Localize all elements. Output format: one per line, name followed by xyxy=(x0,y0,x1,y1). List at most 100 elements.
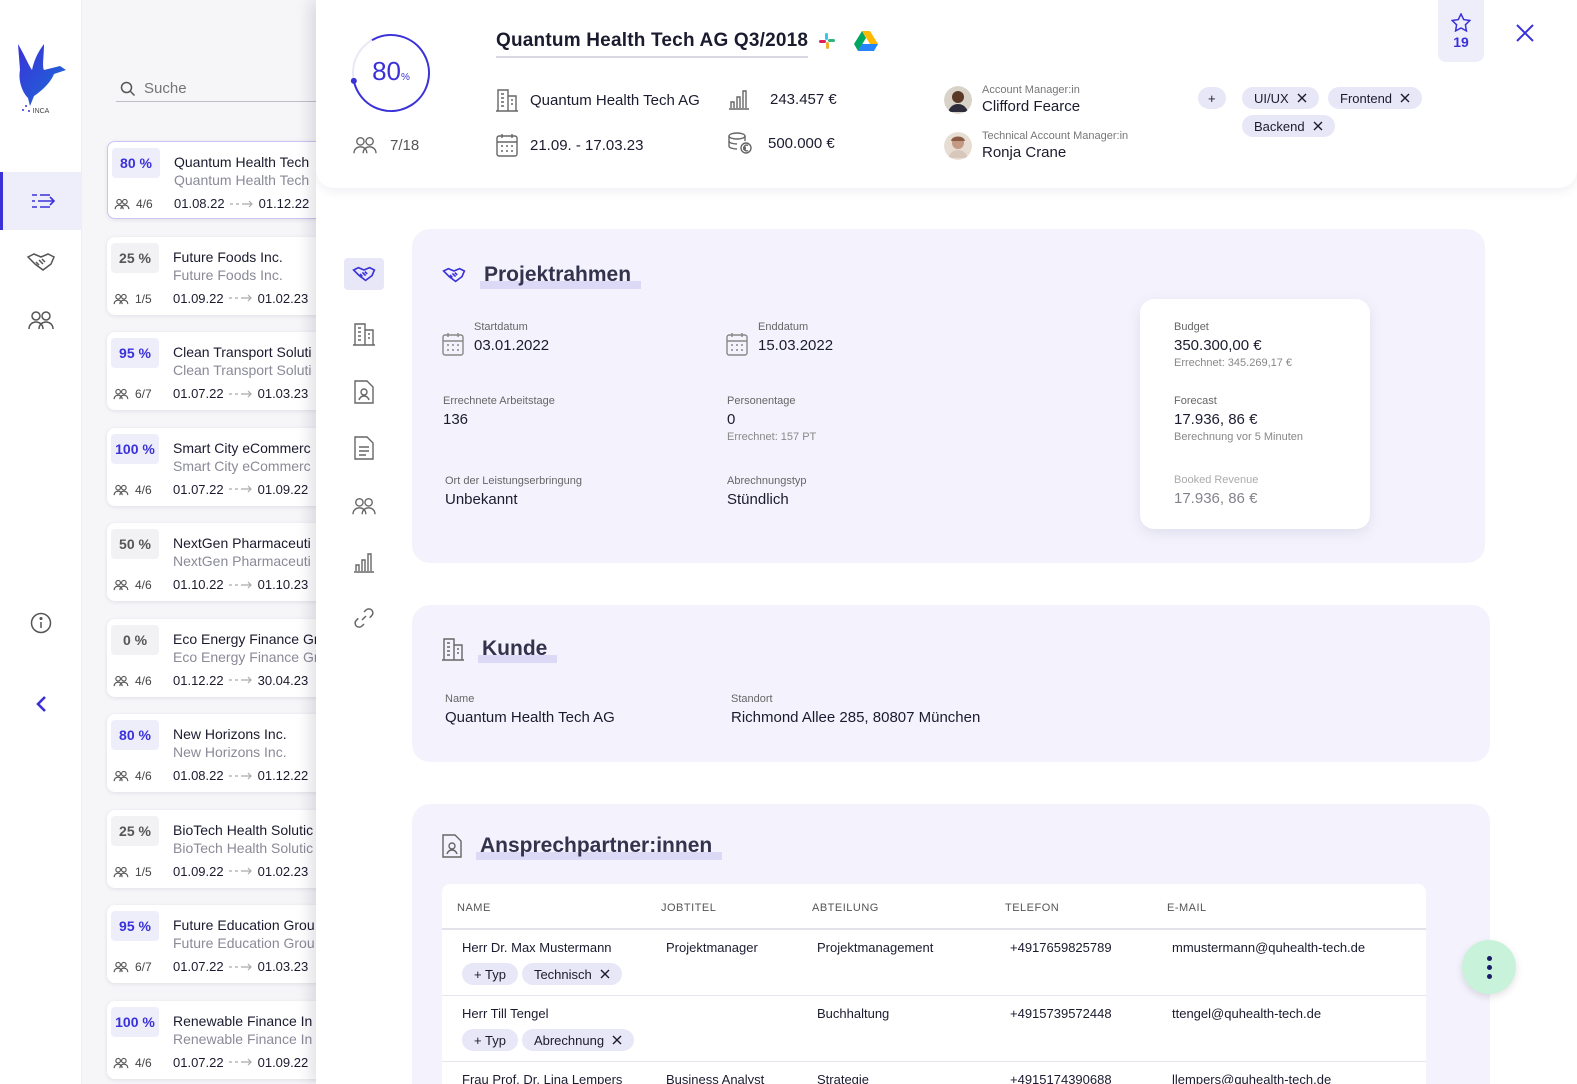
contact-card-icon xyxy=(354,380,374,404)
technical-account-manager[interactable]: Technical Account Manager:in Ronja Crane xyxy=(944,130,1128,161)
customer-name-field: Name Quantum Health Tech AG xyxy=(445,693,615,726)
table-row[interactable]: Herr Till Tengel Buchhaltung +491573957244… xyxy=(442,996,1426,1026)
collapse-nav[interactable] xyxy=(0,675,82,733)
table-row[interactable]: Frau Prof. Dr. Lina Lempers Business Anal… xyxy=(442,1062,1426,1084)
project-title[interactable]: Quantum Health Tech AG Q3/2018 xyxy=(496,30,809,58)
tech-manager-role: Technical Account Manager:in xyxy=(982,130,1129,142)
team-count-value: 4/6 xyxy=(135,673,152,688)
project-card[interactable]: 0 % Eco Energy Finance Gr Eco Energy Finan… xyxy=(107,618,322,697)
more-actions-button[interactable] xyxy=(1462,940,1516,994)
projektrahmen-title: Projektrahmen xyxy=(442,263,642,289)
tab-projektrahmen[interactable] xyxy=(344,258,384,290)
start-date: 01.07.22 xyxy=(173,481,224,497)
project-card[interactable]: 95 % Future Education Grou Future Educatio… xyxy=(107,905,322,983)
project-card[interactable]: 100 % Smart City eCommerc Smart City eComm… xyxy=(107,427,322,506)
project-card[interactable]: 95 % Clean Transport Soluti Clean Transpor… xyxy=(107,332,322,410)
project-card[interactable]: 25 % Future Foods Inc. Future Foods Inc. 1/… xyxy=(107,236,322,315)
column-header[interactable]: E-MAIL xyxy=(1152,884,1426,930)
project-name: Smart City eCommerc xyxy=(173,439,311,456)
tag-label: UI/UX xyxy=(1254,90,1289,106)
progress-badge: 100 % xyxy=(111,1006,159,1037)
project-name: New Horizons Inc. xyxy=(173,726,287,742)
date-range: 01.07.22 01.03.23 xyxy=(173,386,308,401)
type-label: Abrechnung xyxy=(533,1032,605,1048)
cell-email: llempers@quhealth-tech.de xyxy=(1172,1072,1332,1084)
info-nav[interactable] xyxy=(0,594,82,652)
tab-kunde[interactable] xyxy=(344,318,384,350)
client-name: BioTech Health Solutic xyxy=(173,839,314,856)
project-budget: 500.000 € xyxy=(768,134,835,152)
table-row[interactable]: Herr Dr. Max Mustermann Projektmanager Pro… xyxy=(442,929,1426,959)
tab-team[interactable] xyxy=(344,490,384,522)
tab-ansprechpartner[interactable] xyxy=(344,376,384,408)
add-tag-button[interactable]: + xyxy=(1198,87,1226,109)
start-date: 01.09.22 xyxy=(173,290,224,306)
calendar-icon xyxy=(496,134,518,157)
start-date: 01.07.22 xyxy=(173,959,224,974)
budget-field: Budget 350.300,00 € Errechnet: 345.269,1… xyxy=(1174,321,1293,369)
dashed-arrow-icon xyxy=(228,772,252,779)
project-revenue: 243.457 € xyxy=(770,90,837,108)
date-range: 01.07.22 01.09.22 xyxy=(173,1055,308,1070)
close-icon[interactable] xyxy=(1400,93,1410,103)
team-nav[interactable] xyxy=(0,291,82,349)
dashed-arrow-icon xyxy=(229,200,253,207)
project-card[interactable]: 50 % NextGen Pharmaceuti NextGen Pharmaceu… xyxy=(107,523,322,601)
cell-name: Herr Dr. Max Mustermann xyxy=(462,940,612,955)
project-name: Eco Energy Finance Gr xyxy=(173,630,319,647)
column-header[interactable]: NAME xyxy=(442,884,646,930)
dashed-arrow-icon xyxy=(228,867,252,875)
google-drive-icon[interactable] xyxy=(854,30,878,51)
handshake-icon xyxy=(442,267,466,283)
link-icon xyxy=(354,608,374,628)
tab-statistics[interactable] xyxy=(344,546,384,578)
column-header[interactable]: JOBTITEL xyxy=(646,884,797,930)
tech-manager-name: Ronja Crane xyxy=(982,144,1067,161)
project-name: Future Foods Inc. xyxy=(173,248,283,265)
project-card[interactable]: 100 % Renewable Finance In Renewable Finan… xyxy=(107,1000,322,1079)
project-card[interactable]: 80 % Quantum Health Tech Quantum Health Te… xyxy=(107,141,322,219)
date-range: 01.12.22 30.04.23 xyxy=(173,673,308,688)
end-date: 01.09.22 xyxy=(257,481,309,497)
search-icon xyxy=(120,81,136,96)
team-count: 1/5 xyxy=(113,865,152,879)
team-count: 4/6 xyxy=(113,674,152,688)
contacts-title: Ansprechpartner:innen xyxy=(442,834,723,860)
table-row-tags: + Typ Abrechnung xyxy=(442,1025,1426,1062)
users-icon xyxy=(113,1057,129,1068)
favorite-button[interactable]: 19 xyxy=(1438,0,1484,62)
hummingbird-logo-icon xyxy=(18,44,66,112)
cell-name: Frau Prof. Dr. Lina Lempers xyxy=(462,1072,623,1084)
close-icon[interactable] xyxy=(1297,93,1307,103)
close-icon[interactable] xyxy=(1512,20,1538,46)
budget-row: 500.000 € xyxy=(728,132,835,154)
column-header[interactable]: TELEFON xyxy=(990,884,1152,930)
contact-tags: + Typ Abrechnung xyxy=(442,1025,1426,1062)
projects-nav[interactable] xyxy=(0,172,82,230)
team-count: 4/6 xyxy=(113,1056,152,1070)
deals-nav[interactable] xyxy=(0,233,82,291)
account-manager[interactable]: Account Manager:in Clifford Fearce xyxy=(944,84,1080,115)
team-count-value: 1/5 xyxy=(135,291,152,306)
type-chip: Technisch xyxy=(521,963,622,985)
client-name: Future Education Grou xyxy=(173,935,315,951)
column-header[interactable]: ABTEILUNG xyxy=(797,884,990,930)
tab-links[interactable] xyxy=(344,602,384,634)
add-type-button[interactable]: + Typ xyxy=(462,963,518,985)
building-icon xyxy=(496,89,518,112)
project-card[interactable]: 25 % BioTech Health Solutic BioTech Health… xyxy=(107,809,322,888)
add-type-button[interactable]: + Typ xyxy=(462,1029,518,1051)
search-box[interactable] xyxy=(116,76,322,102)
end-date: 01.03.23 xyxy=(257,386,309,401)
progress-badge: 0 % xyxy=(111,624,159,655)
project-card[interactable]: 80 % New Horizons Inc. New Horizons Inc. 4/… xyxy=(107,714,322,792)
cell-dept: Projektmanagement xyxy=(817,940,934,955)
tab-documents[interactable] xyxy=(344,432,384,464)
search-input[interactable] xyxy=(144,80,304,97)
start-date: 01.07.22 xyxy=(173,386,224,401)
close-icon[interactable] xyxy=(1313,121,1323,131)
end-date-field: Enddatum 15.03.2022 xyxy=(758,321,834,354)
slack-icon[interactable] xyxy=(818,32,836,50)
close-icon[interactable] xyxy=(600,969,610,979)
close-icon[interactable] xyxy=(612,1035,622,1045)
